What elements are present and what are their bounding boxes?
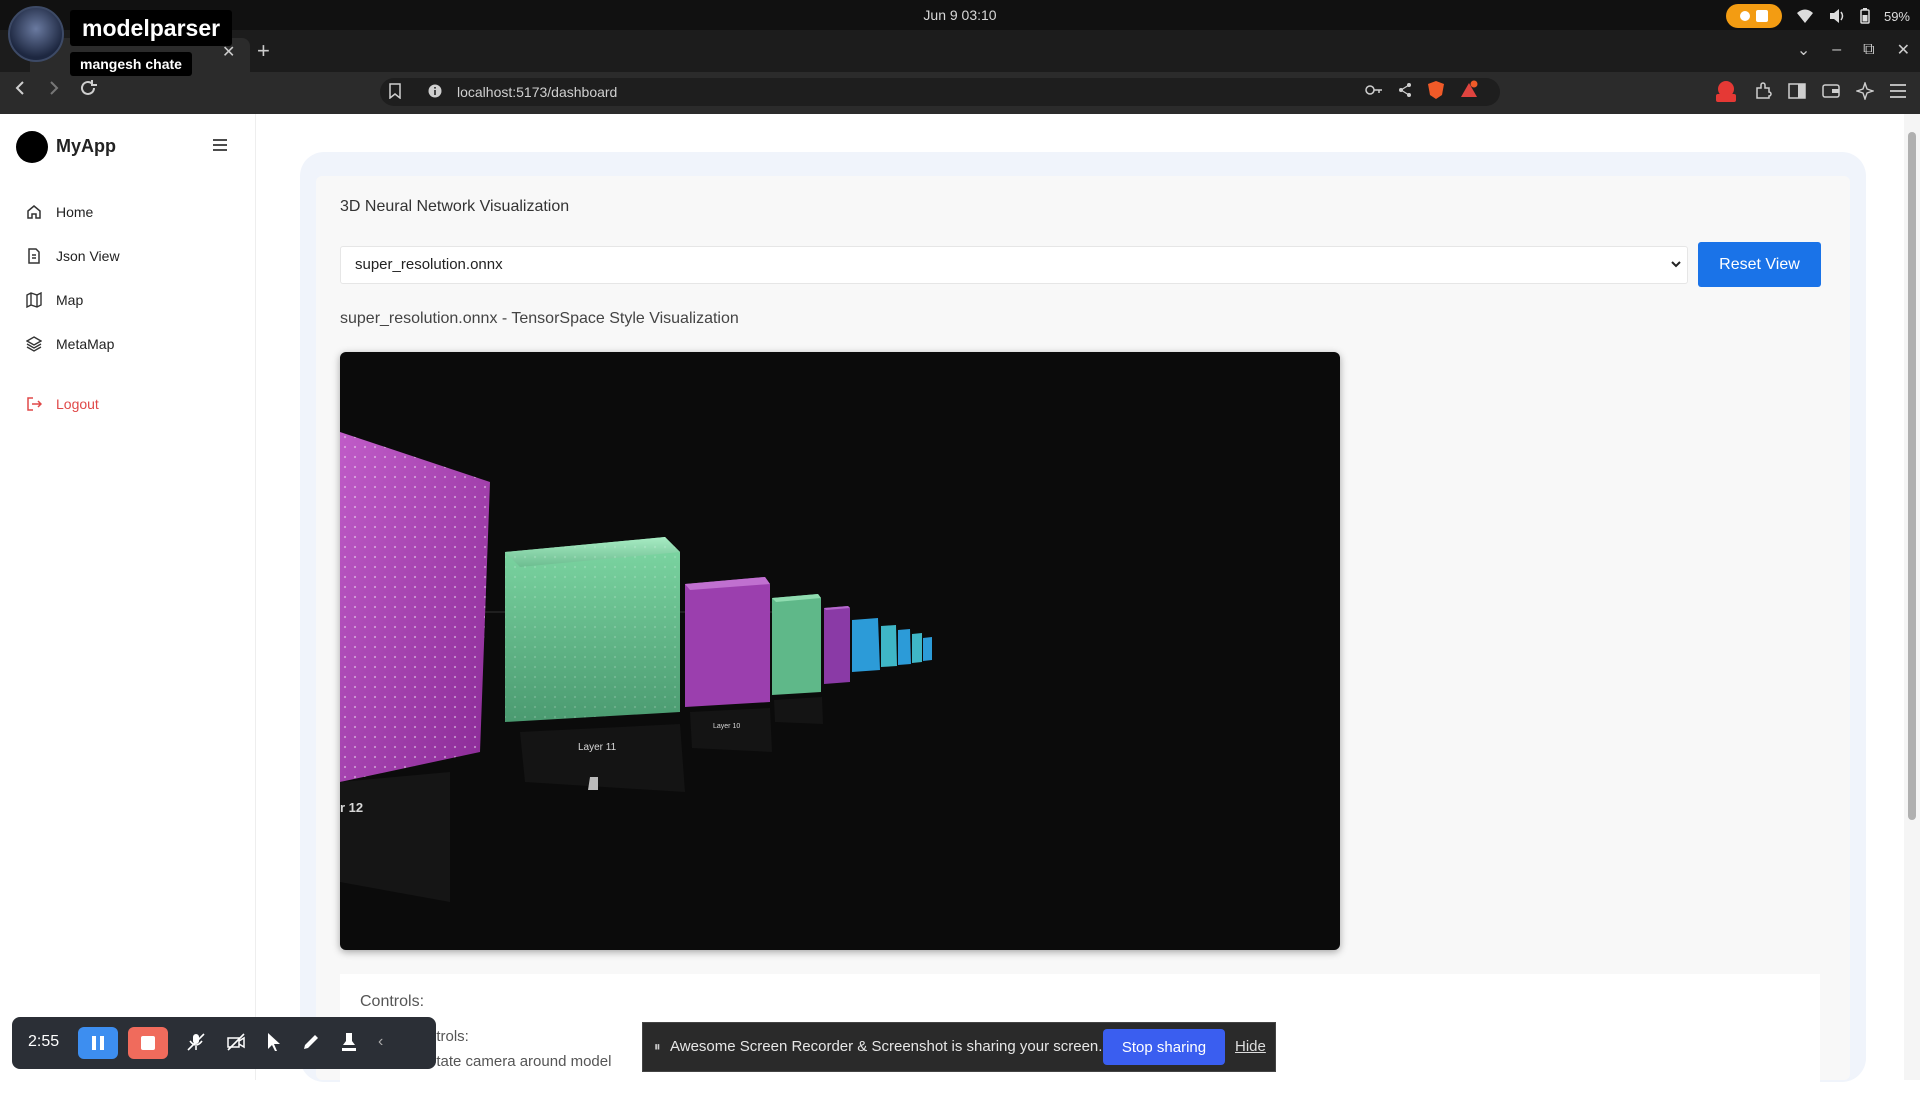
controls-line: otate camera around model [428, 1053, 612, 1070]
drag-handle-icon[interactable]: ⏸ [654, 1039, 661, 1055]
layers-icon [26, 336, 42, 352]
chevron-down-icon[interactable] [1670, 258, 1682, 270]
logout-label: Logout [56, 396, 99, 412]
sidebar-item-json-view[interactable]: Json View [26, 248, 120, 264]
stop-recording-button[interactable] [128, 1027, 168, 1059]
logout-icon [27, 397, 42, 411]
battery-percentage: 59% [1883, 8, 1910, 24]
wifi-icon [1796, 9, 1813, 23]
layer-label-main: Layer 11 [578, 742, 617, 753]
sidebar-item-home[interactable]: Home [26, 204, 93, 220]
share-icon[interactable] [1397, 82, 1413, 98]
app-name: MyApp [56, 136, 116, 156]
model-select-value[interactable]: super_resolution.onnx [355, 256, 503, 273]
channel-subtitle: mangesh chate [70, 52, 192, 76]
layer-block-12[interactable] [340, 432, 490, 902]
sidebar-item-label: Home [56, 204, 94, 220]
neural-network-3d-canvas[interactable]: Layer 11 r 12 Layer 10 [340, 352, 1340, 950]
document-icon [28, 248, 40, 264]
home-icon [27, 205, 41, 219]
sidebar-item-label: Map [56, 292, 84, 308]
layer-block-8[interactable] [824, 606, 850, 684]
sidebar-toggle-icon[interactable] [212, 138, 228, 152]
new-tab-button[interactable]: + [257, 38, 270, 64]
reload-icon[interactable] [80, 80, 98, 96]
layer-block-11[interactable] [505, 537, 685, 792]
map-icon [26, 292, 42, 308]
wallet-icon[interactable] [1822, 83, 1840, 99]
url-text[interactable]: localhost:5173/dashboard [457, 84, 617, 100]
address-bar-icons [1365, 80, 1479, 100]
sidebar-item-metamap[interactable]: MetaMap [26, 336, 114, 352]
sidebar-item-label: Json View [56, 248, 120, 264]
close-window-icon[interactable]: ✕ [1897, 40, 1910, 60]
restore-icon[interactable]: ⧉ [1863, 41, 1874, 59]
leo-icon[interactable] [1856, 82, 1874, 100]
highlighter-icon[interactable] [340, 1032, 358, 1052]
volume-icon [1829, 9, 1844, 23]
recording-indicator-icon[interactable] [1725, 4, 1782, 28]
minimize-icon[interactable]: – [1832, 41, 1841, 59]
pointer-icon[interactable] [266, 1032, 282, 1052]
tab-list-chevron-icon[interactable]: ⌄ [1797, 40, 1810, 60]
back-icon[interactable] [12, 80, 28, 96]
stop-sharing-button[interactable]: Stop sharing [1103, 1029, 1225, 1065]
channel-name: modelparser [70, 10, 233, 46]
tab-strip [0, 30, 1920, 72]
recording-timer: 2:55 [28, 1033, 60, 1050]
menu-icon[interactable] [1890, 84, 1906, 98]
forward-icon[interactable] [46, 80, 62, 96]
scrollbar-thumb[interactable] [1908, 132, 1916, 820]
hide-sharing-bar-link[interactable]: Hide [1235, 1038, 1266, 1055]
reset-view-button[interactable]: Reset View [1698, 242, 1821, 287]
bookmark-icon[interactable] [388, 83, 402, 99]
panel-title: 3D Neural Network Visualization [340, 198, 570, 215]
sidebar-item-logout[interactable]: Logout [26, 396, 99, 412]
mic-off-icon[interactable] [186, 1032, 206, 1052]
channel-avatar [8, 6, 64, 62]
network-render: Layer 11 r 12 Layer 10 [340, 432, 932, 902]
info-icon[interactable] [428, 84, 442, 98]
brave-rewards-icon[interactable] [1459, 80, 1479, 100]
battery-icon [1860, 8, 1870, 24]
layer-label-left: r 12 [340, 800, 363, 815]
sharing-message: Awesome Screen Recorder & Screenshot is … [670, 1038, 1103, 1055]
layer-label-second: Layer 10 [713, 723, 740, 730]
camera-off-icon[interactable] [226, 1032, 246, 1052]
pen-icon[interactable] [302, 1033, 320, 1051]
pause-recording-button[interactable] [78, 1027, 118, 1059]
sidebar-icon[interactable] [1788, 83, 1806, 99]
key-icon[interactable] [1365, 84, 1383, 96]
toolbar-right-icons [1714, 80, 1906, 102]
layer-blocks-tail[interactable] [852, 618, 932, 672]
screen-recorder-extension-icon[interactable] [1714, 80, 1738, 102]
window-controls: ⌄ – ⧉ ✕ [1797, 40, 1910, 60]
system-tray[interactable]: 59% [1725, 4, 1910, 28]
app-logo [16, 131, 48, 163]
navigation-buttons [12, 80, 98, 96]
controls-title: Controls: [360, 993, 425, 1010]
recorder-tools: ‹ [186, 1032, 383, 1052]
sidebar-item-label: MetaMap [56, 336, 115, 352]
brave-shield-icon[interactable] [1427, 80, 1445, 100]
collapse-chevron-icon[interactable]: ‹ [378, 1033, 383, 1051]
layer-block-9[interactable] [772, 594, 823, 724]
sidebar-item-map[interactable]: Map [26, 292, 83, 308]
os-clock[interactable]: Jun 9 03:10 [900, 7, 1020, 23]
extensions-icon[interactable] [1754, 82, 1772, 100]
visualization-caption: super_resolution.onnx - TensorSpace Styl… [340, 310, 739, 327]
model-select[interactable] [340, 246, 1688, 284]
